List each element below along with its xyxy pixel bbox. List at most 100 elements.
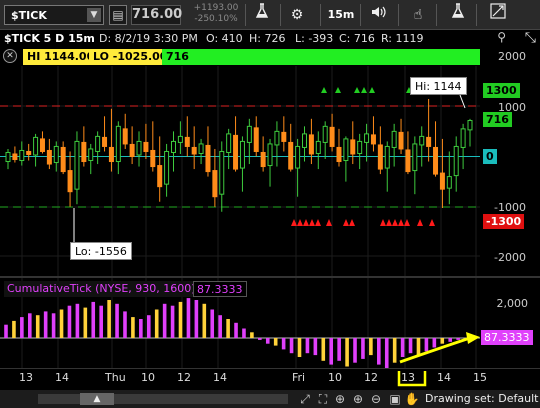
cumulative-bar <box>345 338 349 367</box>
candle-body <box>157 165 163 188</box>
pan-hand-icon[interactable]: ✋ <box>403 390 421 408</box>
cumulative-bar <box>91 301 96 338</box>
x-label: Fri <box>292 371 306 384</box>
lo-study-label: LO -1025.00 <box>89 49 172 65</box>
close-icon[interactable]: ✕ <box>3 49 17 63</box>
bar-high: H: 726 <box>249 32 286 45</box>
top-toolbar: $TICK ▼ ▤ 716.00 +1193.00 -250.10% ⚙ 15m… <box>0 0 540 30</box>
candle-body <box>74 140 80 190</box>
pin-icon[interactable]: ⚲ <box>497 30 506 44</box>
candle-body <box>419 135 425 146</box>
zoom-box-icon[interactable]: ▣ <box>386 390 404 408</box>
zoom-out-icon[interactable]: ⊖ <box>367 390 385 408</box>
x-label: 10 <box>328 371 342 384</box>
scrollbar-thumb[interactable]: ▲ <box>80 393 114 405</box>
sell-signal-marker <box>417 219 423 226</box>
candle-body <box>336 146 342 163</box>
net-change-pct: -250.10% <box>194 14 238 24</box>
sell-signal-marker <box>392 219 398 226</box>
cumulative-bar <box>321 338 326 361</box>
candle-body <box>267 143 273 167</box>
symbol-selector[interactable]: $TICK ▼ <box>4 5 104 25</box>
cumulative-bar <box>305 338 310 354</box>
cumulative-tick-label: CumulativeTick (NYSE, 930, 1600) <box>4 281 199 297</box>
candle-body <box>377 144 383 170</box>
cumulative-bar <box>43 311 48 338</box>
cumulative-bar <box>35 315 40 338</box>
crosshair-icon[interactable]: ⊕ <box>331 390 349 408</box>
flask-icon[interactable] <box>443 3 473 27</box>
sell-signal-marker <box>297 219 303 226</box>
candle-body <box>60 146 66 173</box>
expand-icon[interactable]: ⤢ <box>296 390 314 408</box>
candle-body <box>115 125 121 163</box>
cumulative-bar <box>154 309 159 338</box>
candle-body <box>95 135 101 152</box>
cumulative-bar <box>75 303 80 338</box>
time-scrollbar[interactable] <box>38 394 288 404</box>
fullscreen-icon[interactable]: ⛶ <box>314 390 332 408</box>
drawing-set-label[interactable]: Drawing set: Default <box>425 392 538 405</box>
x-axis <box>0 368 540 390</box>
cumulative-bar <box>83 307 88 338</box>
cumulative-bar <box>51 313 56 338</box>
toolbar-divider <box>436 4 437 26</box>
hand-icon[interactable]: ☝ <box>403 3 433 27</box>
buy-signal-marker <box>361 87 367 93</box>
cumulative-bar <box>281 338 286 350</box>
lower-axis-label: 2,000 <box>496 297 529 310</box>
study-label-row: ✕ HI 1144.00 LO -1025.00 716 <box>0 48 480 66</box>
speaker-icon[interactable] <box>364 3 394 27</box>
annotation-arrow-head <box>466 332 480 344</box>
cumulative-bar <box>115 303 119 338</box>
sell-signal-marker <box>303 219 309 226</box>
x-label: 14 <box>55 371 69 384</box>
timeframe-selector[interactable]: 15m <box>326 3 356 27</box>
candle-body <box>122 128 128 145</box>
cumulative-bar <box>353 338 357 363</box>
chart-type-icon[interactable]: ▤ <box>109 5 127 25</box>
chevron-down-icon[interactable]: ▼ <box>87 8 101 22</box>
cumulative-bar <box>186 298 191 338</box>
cumulative-bar <box>361 338 365 359</box>
x-label: 13 <box>401 371 415 384</box>
toolbar-divider <box>245 4 246 26</box>
gear-icon[interactable]: ⚙ <box>282 3 312 27</box>
cumulative-bar <box>27 313 32 338</box>
last-price: 716.00 <box>131 5 182 25</box>
candle-body <box>357 140 363 154</box>
cumulative-bar <box>369 338 373 356</box>
cumulative-bar <box>289 338 294 354</box>
collapse-icon[interactable]: ⤡ <box>525 30 536 46</box>
candle-body <box>370 134 376 145</box>
sell-signal-marker <box>326 219 332 226</box>
cumulative-bar <box>67 305 72 338</box>
cumulative-bar <box>59 309 64 338</box>
candle-body <box>102 136 108 147</box>
flask-icon[interactable] <box>247 3 277 27</box>
candle-body <box>398 131 404 150</box>
candle-body <box>233 134 239 170</box>
x-label: Thu <box>105 371 126 384</box>
candle-body <box>281 131 287 142</box>
cumulative-bar <box>424 338 429 352</box>
sell-signal-marker <box>429 219 435 226</box>
cumulative-bar <box>131 317 135 338</box>
candle-body <box>246 125 252 143</box>
x-label: 12 <box>177 371 191 384</box>
sell-signal-marker <box>349 219 355 226</box>
candle-body <box>288 141 294 170</box>
cumulative-bar <box>107 300 111 338</box>
drawing-icon[interactable] <box>483 3 513 27</box>
buy-signal-marker <box>369 87 375 93</box>
cumulative-bar <box>408 338 413 354</box>
bar-low: L: -393 <box>295 32 334 45</box>
x-label: 14 <box>213 371 227 384</box>
zoom-in-icon[interactable]: ⊕ <box>349 390 367 408</box>
y-label-neg-1000: -1000 <box>494 201 526 214</box>
sell-signal-marker <box>380 219 386 226</box>
sell-signal-marker <box>398 219 404 226</box>
toolbar-divider <box>320 4 321 26</box>
cumulative-bar <box>384 338 389 368</box>
candle-body <box>136 140 142 156</box>
